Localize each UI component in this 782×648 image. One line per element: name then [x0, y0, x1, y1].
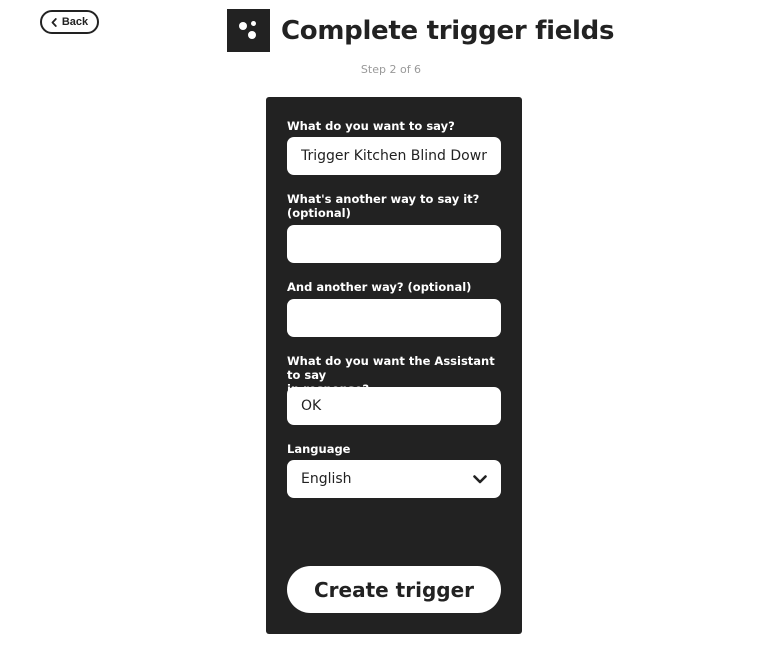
chevron-left-icon — [51, 17, 57, 27]
alt-phrase-1-label-line1: What's another way to say it? — [287, 192, 480, 206]
page-title: Complete trigger fields — [281, 15, 615, 46]
language-label: Language — [287, 442, 351, 456]
alt-phrase-2-input[interactable] — [287, 299, 501, 337]
response-input[interactable] — [287, 387, 501, 425]
alt-phrase-1-input[interactable] — [287, 225, 501, 263]
alt-phrase-2-label: And another way? (optional) — [287, 280, 472, 294]
response-label-line1: What do you want the Assistant to say — [287, 354, 495, 382]
header: Complete trigger fields — [227, 9, 614, 52]
phrase-input[interactable] — [287, 137, 501, 175]
google-assistant-icon — [227, 9, 270, 52]
page: Back Complete trigger fields Step 2 of 6… — [0, 0, 782, 648]
language-select[interactable]: English — [287, 460, 501, 498]
alt-phrase-1-label-line2: (optional) — [287, 206, 351, 220]
back-label: Back — [61, 16, 89, 28]
create-trigger-button[interactable]: Create trigger — [287, 566, 501, 613]
chevron-down-icon — [473, 474, 487, 483]
back-button[interactable]: Back — [40, 10, 99, 34]
trigger-form: What do you want to say? What's another … — [266, 97, 522, 634]
alt-phrase-1-label: What's another way to say it? (optional) — [287, 192, 507, 220]
phrase-label: What do you want to say? — [287, 119, 455, 133]
language-selected-value: English — [301, 471, 352, 487]
step-indicator: Step 2 of 6 — [360, 63, 422, 76]
